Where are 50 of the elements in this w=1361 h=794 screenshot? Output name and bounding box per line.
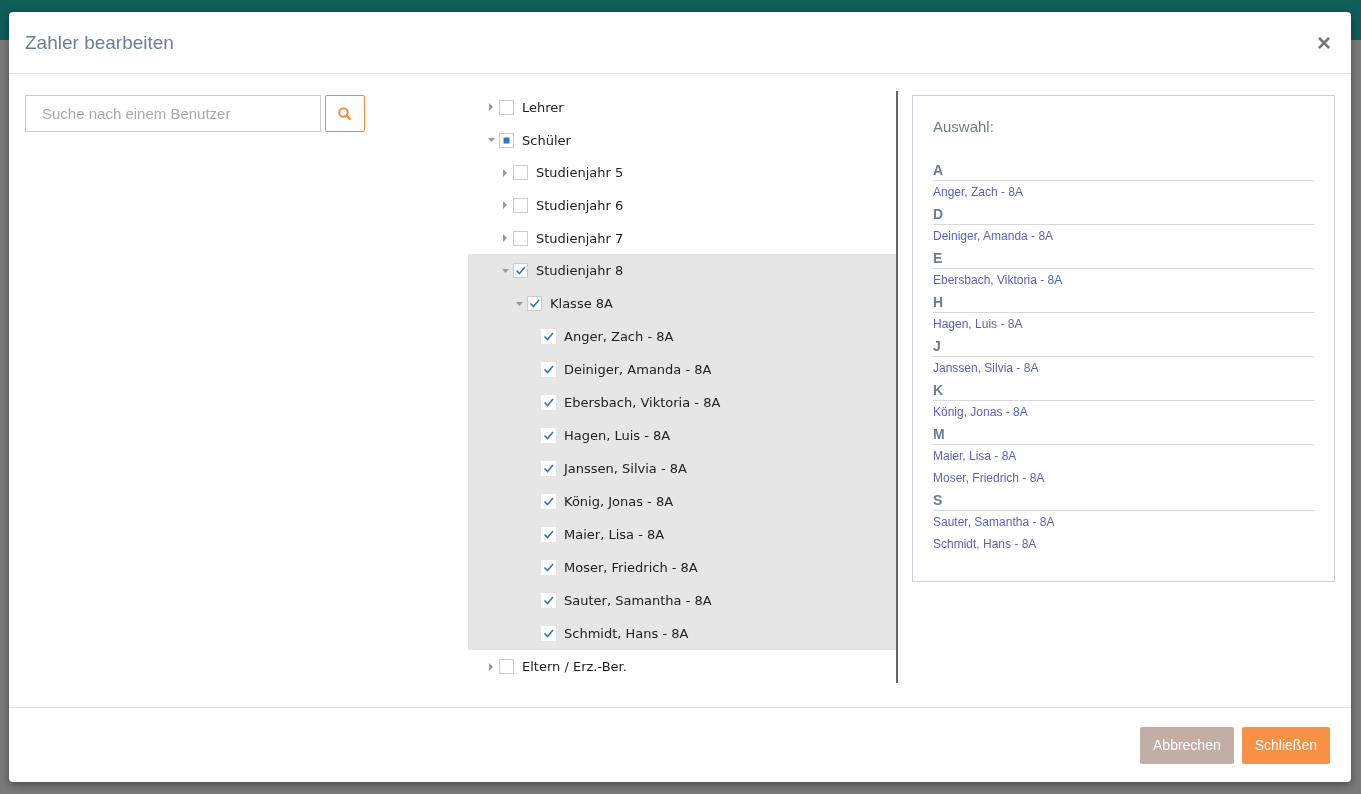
selected-user: König, Jonas - 8A [933, 404, 1029, 421]
group-letter: J [933, 338, 1314, 357]
tree-item[interactable]: Anger, Zach - 8A [564, 329, 674, 345]
close-button[interactable]: × [1313, 30, 1335, 55]
tree-item[interactable]: Studienjahr 6 [536, 197, 624, 213]
checkbox[interactable] [513, 165, 528, 181]
group-letter: A [933, 162, 1314, 181]
search-icon [338, 106, 352, 121]
group-letter: E [933, 250, 1314, 269]
checkbox[interactable] [499, 99, 514, 115]
selected-user: Janssen, Silvia - 8A [933, 360, 1040, 377]
tree-item[interactable]: König, Jonas - 8A [564, 494, 674, 510]
group-letter: K [933, 382, 1314, 401]
tree-item[interactable]: Schüler [522, 132, 571, 148]
checkbox[interactable] [513, 230, 528, 246]
selected-user: Hagen, Luis - 8A [933, 316, 1024, 333]
group-letter: H [933, 294, 1314, 313]
dialog-title: Zahler bearbeiten [25, 31, 174, 54]
selected-user: Ebersbach, Viktoria - 8A [933, 272, 1064, 289]
tree-item[interactable]: Lehrer [522, 99, 564, 115]
tree-item[interactable]: Schmidt, Hans - 8A [564, 626, 689, 642]
tree-item[interactable]: Eltern / Erz.-Ber. [522, 659, 627, 675]
search-button[interactable] [325, 95, 365, 132]
checkbox[interactable] [513, 263, 528, 279]
checkbox[interactable] [499, 659, 514, 675]
selected-user: Anger, Zach - 8A [933, 184, 1025, 201]
tree-item[interactable]: Sauter, Samantha - 8A [564, 593, 712, 609]
search-field[interactable]: Suche nach einem Benutzer [25, 95, 321, 132]
tree-item[interactable]: Deiniger, Amanda - 8A [564, 362, 712, 378]
selected-user: Moser, Friedrich - 8A [933, 470, 1046, 487]
selected-user: Sauter, Samantha - 8A [933, 514, 1056, 531]
tree-item[interactable]: Ebersbach, Viktoria - 8A [564, 395, 721, 411]
tree-item[interactable]: Janssen, Silvia - 8A [564, 461, 687, 477]
checkbox[interactable] [527, 296, 542, 312]
tree-item[interactable]: Studienjahr 8 [536, 263, 624, 279]
group-letter: M [933, 426, 1314, 445]
tree-item[interactable]: Maier, Lisa - 8A [564, 527, 665, 543]
group-letter: D [933, 206, 1314, 225]
selected-user: Schmidt, Hans - 8A [933, 536, 1038, 553]
group-letter: S [933, 492, 1314, 511]
selected-user: Maier, Lisa - 8A [933, 448, 1018, 465]
selected-user: Deiniger, Amanda - 8A [933, 228, 1055, 245]
checkbox[interactable] [513, 197, 528, 213]
tree-item[interactable]: Studienjahr 5 [536, 165, 624, 181]
checkbox[interactable] [499, 132, 514, 148]
tree-item[interactable]: Klasse 8A [550, 296, 613, 312]
tree-item[interactable]: Hagen, Luis - 8A [564, 428, 671, 444]
selection-title: Auswahl: [933, 118, 995, 135]
tree-item[interactable]: Moser, Friedrich - 8A [564, 560, 698, 576]
tree-item[interactable]: Studienjahr 7 [536, 230, 624, 246]
